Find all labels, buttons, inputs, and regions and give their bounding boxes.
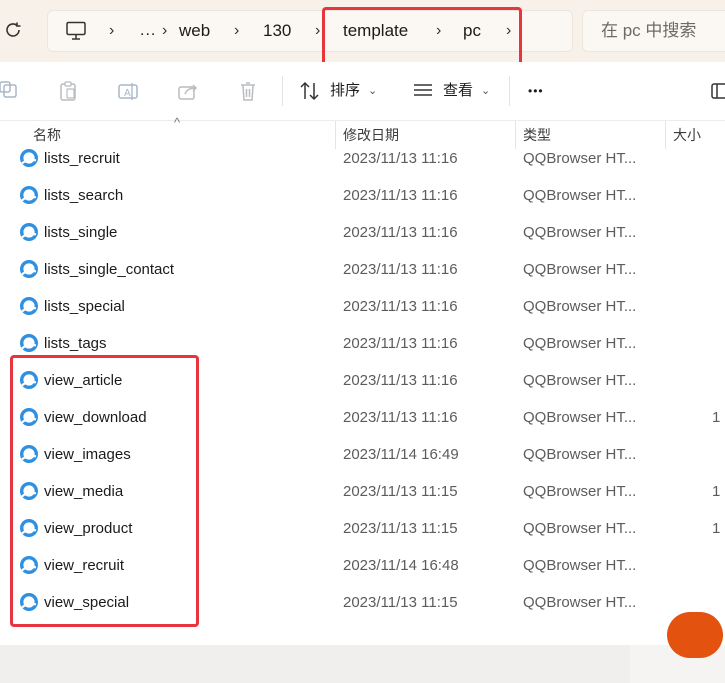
file-type: QQBrowser HT...	[523, 483, 637, 500]
file-type: QQBrowser HT...	[523, 409, 637, 426]
toolbar-divider	[509, 76, 510, 106]
file-modified: 2023/11/14 16:48	[343, 557, 459, 574]
qqbrowser-html-file-icon	[20, 297, 38, 315]
file-name[interactable]: lists_single_contact	[44, 251, 174, 288]
file-type: QQBrowser HT...	[523, 520, 637, 537]
chevron-right-icon[interactable]: ›	[109, 11, 114, 51]
file-type: QQBrowser HT...	[523, 335, 637, 352]
view-button[interactable]: 查看	[443, 76, 473, 106]
column-header-modified[interactable]: 修改日期	[343, 121, 399, 149]
chevron-right-icon[interactable]: ›	[234, 11, 239, 51]
column-divider[interactable]	[335, 121, 336, 149]
file-modified: 2023/11/13 11:16	[343, 224, 458, 241]
file-size: 1	[712, 409, 721, 426]
file-modified: 2023/11/13 11:15	[343, 594, 458, 611]
breadcrumb-130[interactable]: 130	[263, 11, 291, 51]
search-placeholder: 在 pc 中搜索	[601, 21, 697, 40]
file-modified: 2023/11/13 11:16	[343, 150, 458, 167]
details-pane-icon[interactable]	[710, 80, 725, 102]
chevron-right-icon[interactable]: ›	[162, 11, 167, 51]
file-name[interactable]: lists_search	[44, 177, 123, 214]
column-header-type[interactable]: 类型	[523, 121, 551, 149]
file-type: QQBrowser HT...	[523, 446, 637, 463]
file-type: QQBrowser HT...	[523, 150, 637, 167]
file-type: QQBrowser HT...	[523, 261, 637, 278]
toolbar-divider	[282, 76, 283, 106]
breadcrumb-ellipsis[interactable]: ...	[140, 11, 156, 51]
computer-icon[interactable]	[65, 21, 87, 41]
column-header-row: 名称 ^ 修改日期 类型 大小	[0, 115, 725, 149]
qqbrowser-html-file-icon	[20, 149, 38, 167]
highlight-box-breadcrumb	[322, 7, 522, 66]
delete-icon[interactable]	[237, 80, 259, 102]
chevron-down-icon[interactable]: ⌄	[368, 76, 377, 106]
file-modified: 2023/11/14 16:49	[343, 446, 459, 463]
taskbar-strip	[0, 645, 725, 683]
file-row[interactable]: lists_single_contact 2023/11/13 11:16 QQBr…	[0, 251, 725, 288]
file-row[interactable]: lists_recruit 2023/11/13 11:16 QQBrowser H…	[0, 149, 725, 177]
column-header-name[interactable]: 名称	[33, 121, 61, 149]
paste-icon[interactable]	[57, 80, 79, 102]
view-icon[interactable]	[412, 80, 434, 102]
file-size: 1	[712, 483, 721, 500]
chevron-right-icon[interactable]: ›	[315, 11, 320, 51]
file-name[interactable]: lists_special	[44, 288, 125, 325]
file-type: QQBrowser HT...	[523, 298, 637, 315]
orange-badge-icon[interactable]	[667, 612, 723, 658]
qqbrowser-html-file-icon	[20, 223, 38, 241]
qqbrowser-html-file-icon	[20, 186, 38, 204]
file-row[interactable]: lists_special 2023/11/13 11:16 QQBrowser H…	[0, 288, 725, 325]
breadcrumb-web[interactable]: web	[179, 11, 210, 51]
file-type: QQBrowser HT...	[523, 372, 637, 389]
qqbrowser-html-file-icon	[20, 334, 38, 352]
sort-button[interactable]: 排序	[330, 76, 360, 106]
chevron-down-icon[interactable]: ⌄	[481, 76, 490, 106]
file-name[interactable]: lists_recruit	[44, 149, 120, 177]
file-modified: 2023/11/13 11:16	[343, 298, 458, 315]
file-modified: 2023/11/13 11:15	[343, 483, 458, 500]
file-row[interactable]: lists_search 2023/11/13 11:16 QQBrowser HT…	[0, 177, 725, 214]
refresh-icon[interactable]	[2, 19, 24, 41]
sort-icon[interactable]	[299, 80, 321, 102]
file-type: QQBrowser HT...	[523, 224, 637, 241]
file-name[interactable]: lists_single	[44, 214, 117, 251]
sort-up-icon[interactable]: ^	[174, 109, 180, 137]
file-modified: 2023/11/13 11:16	[343, 372, 458, 389]
copy-icon[interactable]	[0, 80, 20, 102]
rename-icon[interactable]: A	[117, 80, 139, 102]
file-modified: 2023/11/13 11:16	[343, 335, 458, 352]
more-options-button[interactable]: •••	[528, 76, 544, 106]
share-icon[interactable]	[177, 80, 199, 102]
column-header-size[interactable]: 大小	[673, 121, 701, 149]
highlight-box-view-files	[10, 355, 199, 627]
file-size: 1	[712, 520, 721, 537]
file-type: QQBrowser HT...	[523, 557, 637, 574]
column-divider[interactable]	[665, 121, 666, 149]
qqbrowser-html-file-icon	[20, 260, 38, 278]
svg-text:A: A	[124, 88, 131, 99]
command-bar: A 排序 ⌄ 查看 ⌄ •••	[0, 62, 725, 121]
column-divider[interactable]	[515, 121, 516, 149]
file-row[interactable]: lists_single 2023/11/13 11:16 QQBrowser HT…	[0, 214, 725, 251]
search-box[interactable]: 在 pc 中搜索	[582, 10, 725, 52]
file-modified: 2023/11/13 11:16	[343, 261, 458, 278]
file-type: QQBrowser HT...	[523, 594, 637, 611]
file-type: QQBrowser HT...	[523, 187, 637, 204]
file-modified: 2023/11/13 11:16	[343, 409, 458, 426]
file-modified: 2023/11/13 11:15	[343, 520, 458, 537]
file-modified: 2023/11/13 11:16	[343, 187, 458, 204]
